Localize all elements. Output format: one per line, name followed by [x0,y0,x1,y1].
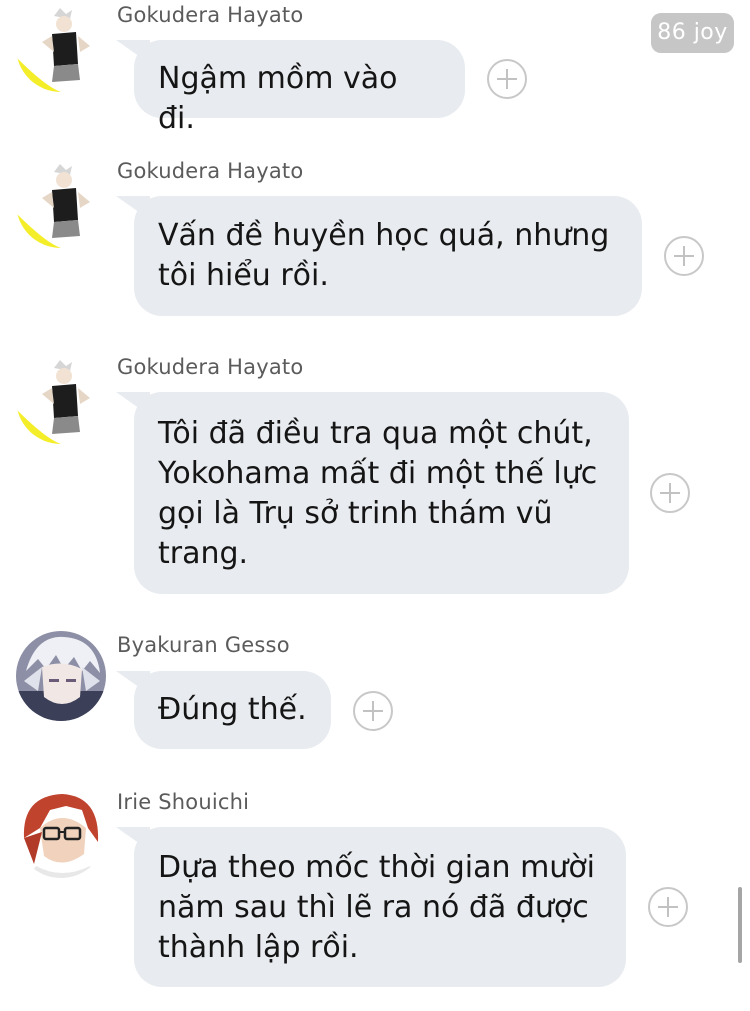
sender-name: Irie Shouichi [117,790,250,814]
message-bubble[interactable]: Ngậm mồm vào đi. [134,40,465,136]
add-reaction-icon[interactable] [487,59,527,99]
sender-name: Gokudera Hayato [117,355,304,379]
add-reaction-icon[interactable] [664,236,704,276]
add-reaction-icon[interactable] [648,887,688,927]
byakuran-avatar[interactable] [16,631,106,721]
gokudera-avatar[interactable] [16,158,106,248]
sender-name: Gokudera Hayato [117,3,304,27]
irie-avatar[interactable] [16,788,106,878]
message-bubble[interactable]: Đúng thế. [134,671,331,749]
message-bubble[interactable]: Tôi đã điều tra qua một chút, Yokohama m… [134,392,629,594]
add-reaction-icon[interactable] [353,691,393,731]
gokudera-avatar[interactable] [16,354,106,444]
gokudera-avatar[interactable] [16,2,106,92]
message-bubble[interactable]: Dựa theo mốc thời gian mười năm sau thì … [134,827,626,987]
scrollbar[interactable] [738,887,742,963]
sender-name: Gokudera Hayato [117,159,304,183]
joy-badge[interactable]: 86 joy [651,13,734,53]
message-bubble[interactable]: Vấn đề huyền học quá, nhưng tôi hiểu rồi… [134,196,642,316]
add-reaction-icon[interactable] [650,473,690,513]
sender-name: Byakuran Gesso [117,633,290,657]
